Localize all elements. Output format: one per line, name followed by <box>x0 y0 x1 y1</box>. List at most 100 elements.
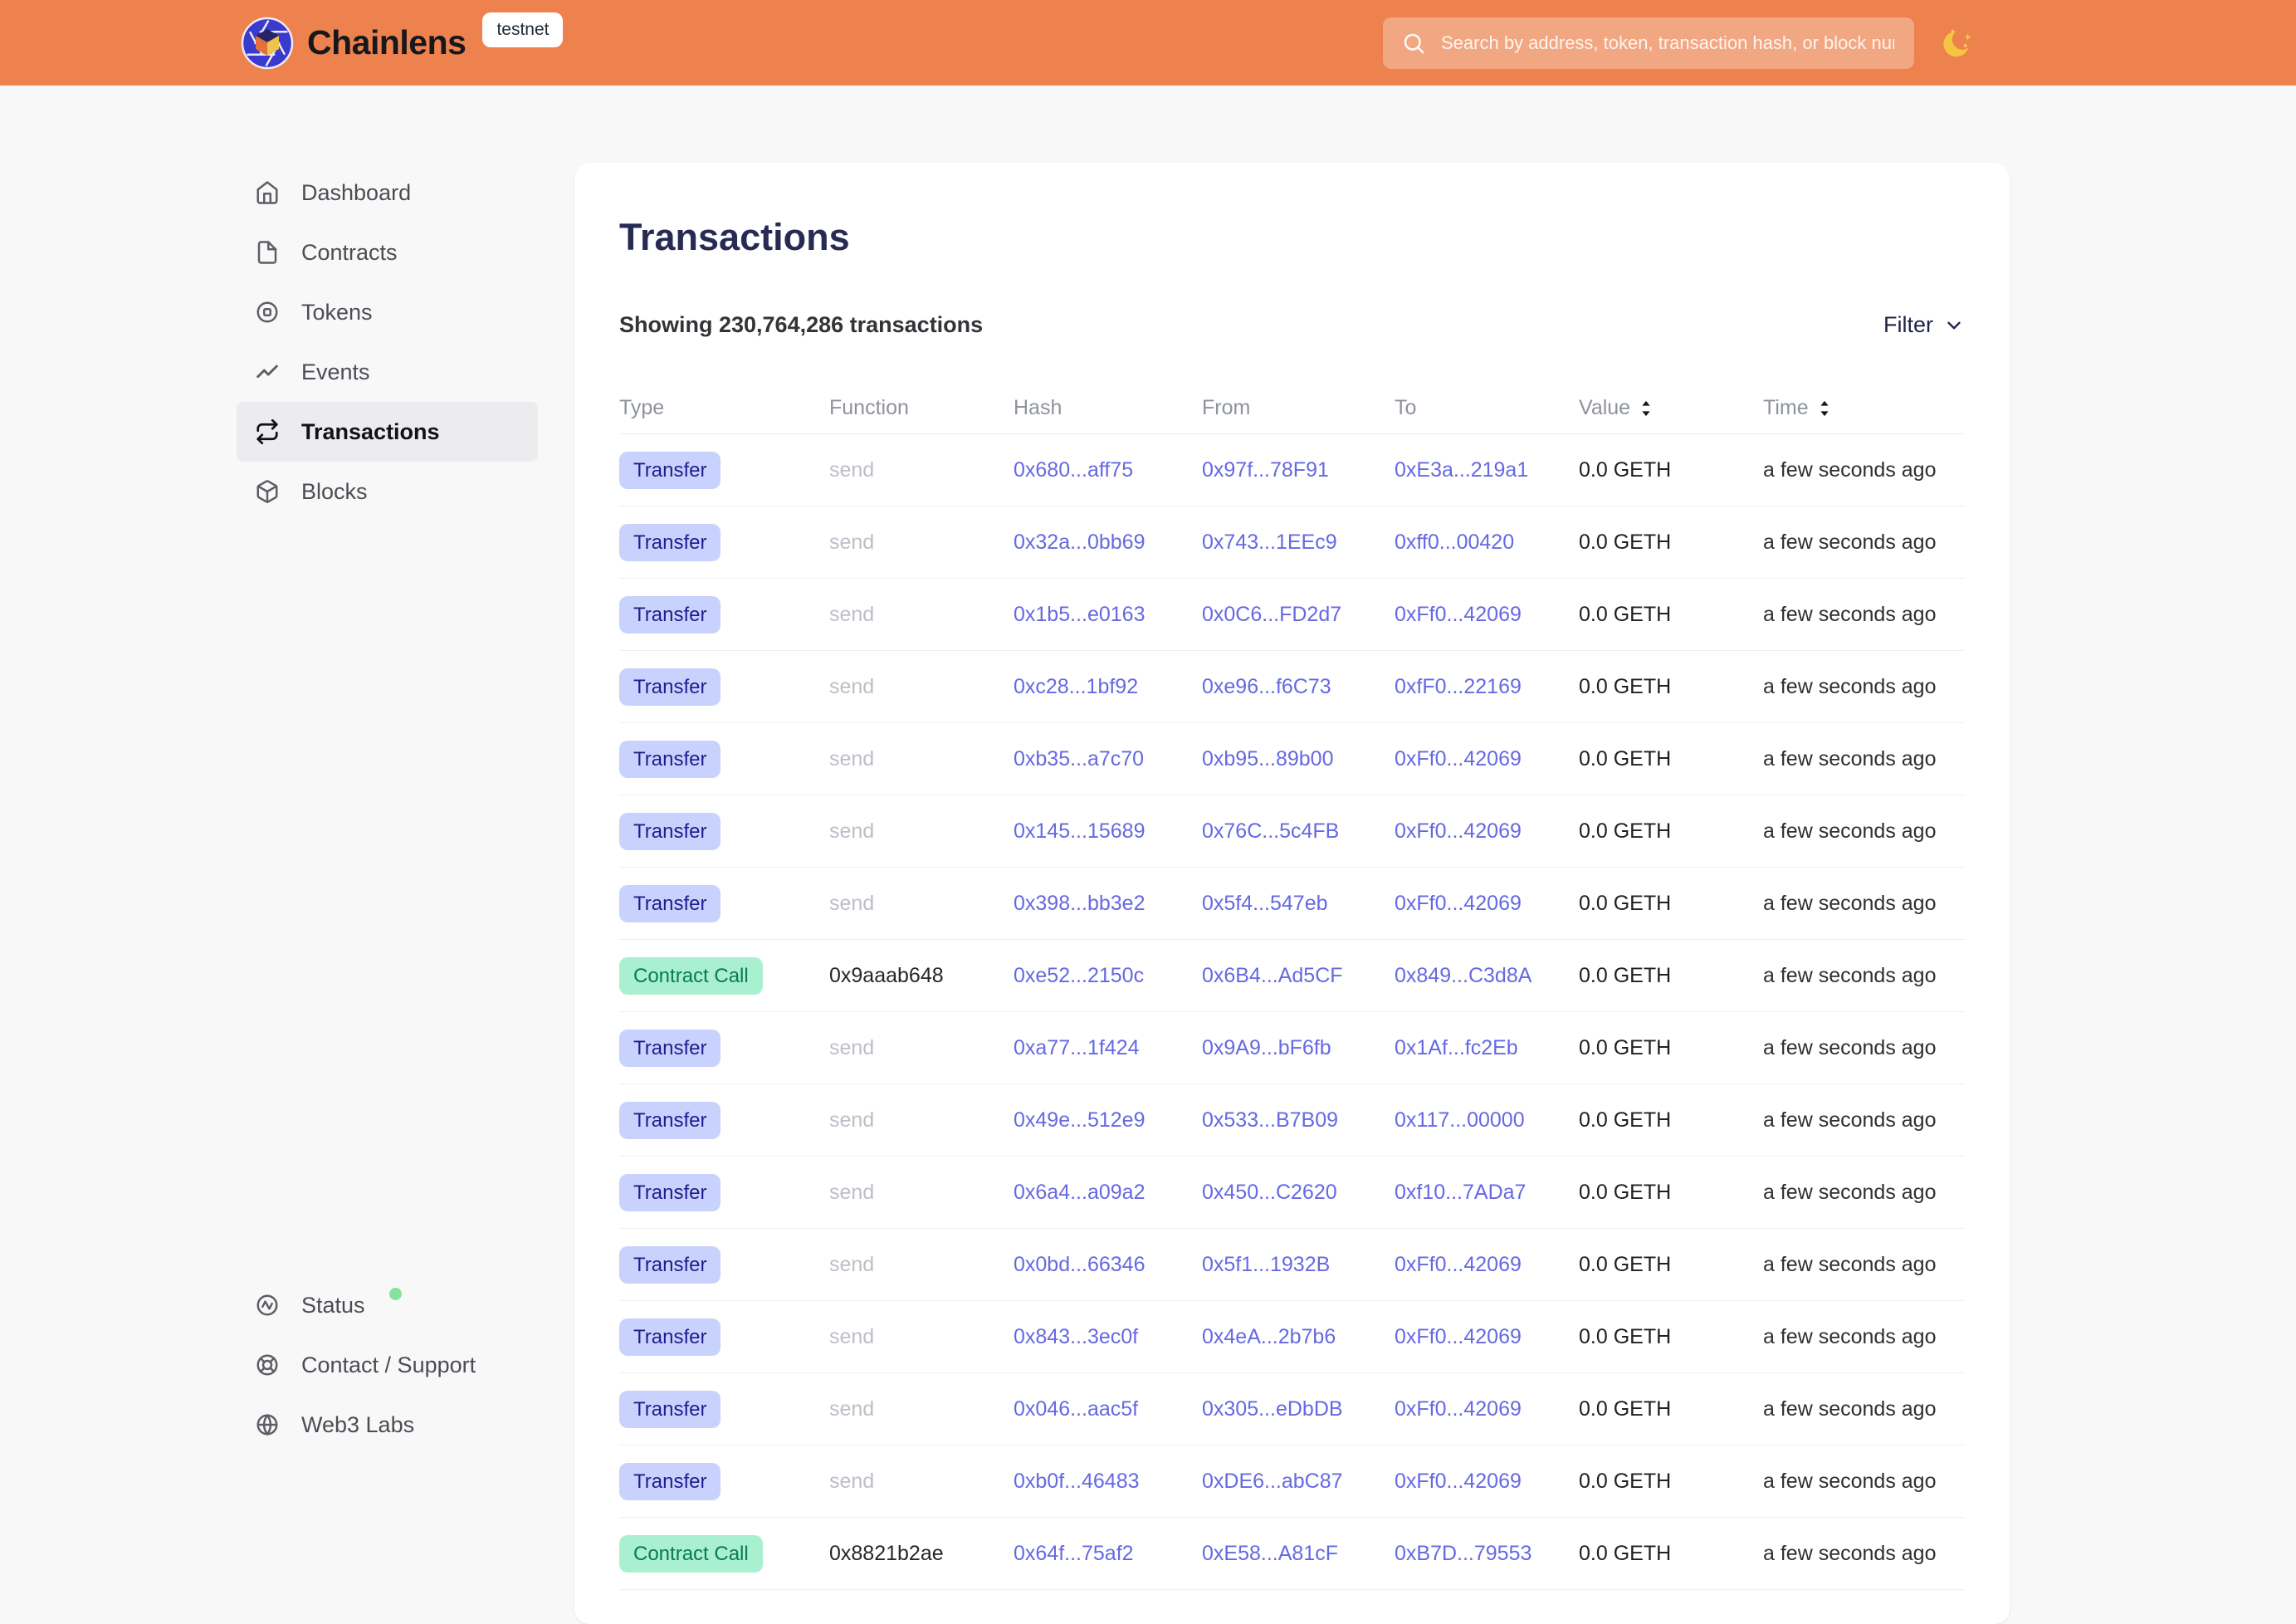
from-address-link[interactable]: 0x76C...5c4FB <box>1202 819 1339 843</box>
hash-link[interactable]: 0x843...3ec0f <box>1014 1325 1138 1348</box>
from-address-link[interactable]: 0x305...eDbDB <box>1202 1397 1343 1421</box>
from-address-link[interactable]: 0xE58...A81cF <box>1202 1542 1338 1565</box>
from-address-link[interactable]: 0x533...B7B09 <box>1202 1108 1338 1132</box>
sidebar-item-contact-support[interactable]: Contact / Support <box>237 1335 538 1395</box>
from-address-link[interactable]: 0xe96...f6C73 <box>1202 675 1331 698</box>
time-cell: a few seconds ago <box>1763 603 1965 627</box>
table-row: Transfer send 0xb35...a7c70 0xb95...89b0… <box>619 723 1965 795</box>
hash-link[interactable]: 0x680...aff75 <box>1014 458 1133 482</box>
to-address-link[interactable]: 0xff0...00420 <box>1395 531 1514 554</box>
to-address-link[interactable]: 0xE3a...219a1 <box>1395 458 1528 482</box>
sidebar-item-tokens[interactable]: Tokens <box>237 282 538 342</box>
column-header-time[interactable]: Time <box>1763 396 1965 420</box>
time-cell: a few seconds ago <box>1763 675 1965 699</box>
search-input[interactable] <box>1439 32 1896 55</box>
to-address-link[interactable]: 0xFf0...42069 <box>1395 892 1522 915</box>
hash-link[interactable]: 0x1b5...e0163 <box>1014 603 1145 626</box>
hash-link[interactable]: 0xe52...2150c <box>1014 964 1144 987</box>
sidebar-footer: Status Contact / Support <box>237 1275 538 1455</box>
sidebar-item-transactions[interactable]: Transactions <box>237 402 538 462</box>
hash-link[interactable]: 0x49e...512e9 <box>1014 1108 1145 1132</box>
from-address-link[interactable]: 0x5f1...1932B <box>1202 1253 1330 1276</box>
sidebar-item-events[interactable]: Events <box>237 342 538 402</box>
from-address-link[interactable]: 0xDE6...abC87 <box>1202 1470 1343 1493</box>
chevron-down-icon <box>1943 315 1965 336</box>
file-icon <box>255 240 280 265</box>
to-address-link[interactable]: 0xf10...7ADa7 <box>1395 1181 1526 1204</box>
to-address-link[interactable]: 0xFf0...42069 <box>1395 747 1522 770</box>
function-cell: send <box>829 1325 1014 1349</box>
to-address-link[interactable]: 0xFf0...42069 <box>1395 1470 1522 1493</box>
column-header-value[interactable]: Value <box>1579 396 1763 420</box>
to-address-link[interactable]: 0x1Af...fc2Eb <box>1395 1036 1518 1059</box>
to-address-link[interactable]: 0xFf0...42069 <box>1395 603 1522 626</box>
table-row: Transfer send 0x32a...0bb69 0x743...1EEc… <box>619 506 1965 579</box>
to-address-link[interactable]: 0xfF0...22169 <box>1395 675 1522 698</box>
global-search[interactable] <box>1383 17 1914 69</box>
type-badge: Contract Call <box>619 957 763 995</box>
from-address-link[interactable]: 0x743...1EEc9 <box>1202 531 1337 554</box>
sidebar-item-web3-labs[interactable]: Web3 Labs <box>237 1395 538 1455</box>
sidebar-item-label: Dashboard <box>301 180 411 206</box>
to-address-link[interactable]: 0xFf0...42069 <box>1395 1325 1522 1348</box>
hash-link[interactable]: 0x398...bb3e2 <box>1014 892 1145 915</box>
sidebar-item-label: Contact / Support <box>301 1353 476 1378</box>
filter-button[interactable]: Filter <box>1883 312 1965 338</box>
hash-link[interactable]: 0xb35...a7c70 <box>1014 747 1144 770</box>
search-icon <box>1401 31 1426 56</box>
from-address-link[interactable]: 0x9A9...bF6fb <box>1202 1036 1331 1059</box>
network-badge: testnet <box>482 12 563 47</box>
token-icon <box>255 300 280 325</box>
from-address-link[interactable]: 0x4eA...2b7b6 <box>1202 1325 1336 1348</box>
hash-link[interactable]: 0x32a...0bb69 <box>1014 531 1145 554</box>
globe-icon <box>255 1412 280 1437</box>
table-row: Transfer send 0x398...bb3e2 0x5f4...547e… <box>619 868 1965 940</box>
value-cell: 0.0 GETH <box>1579 458 1763 482</box>
time-cell: a few seconds ago <box>1763 1108 1965 1132</box>
transactions-count-summary: Showing 230,764,286 transactions <box>619 312 983 338</box>
to-address-link[interactable]: 0x849...C3d8A <box>1395 964 1531 987</box>
from-address-link[interactable]: 0x6B4...Ad5CF <box>1202 964 1343 987</box>
sidebar-item-contracts[interactable]: Contracts <box>237 223 538 282</box>
value-cell: 0.0 GETH <box>1579 747 1763 771</box>
hash-link[interactable]: 0x64f...75af2 <box>1014 1542 1134 1565</box>
sort-icon[interactable] <box>1816 399 1833 418</box>
sidebar: Dashboard Contracts Tokens <box>237 163 538 1455</box>
function-cell: send <box>829 1253 1014 1277</box>
to-address-link[interactable]: 0xFf0...42069 <box>1395 819 1522 843</box>
table-row: Transfer send 0xb0f...46483 0xDE6...abC8… <box>619 1445 1965 1518</box>
brand[interactable]: Chainlens testnet <box>241 17 563 70</box>
from-address-link[interactable]: 0x450...C2620 <box>1202 1181 1337 1204</box>
table-row: Transfer send 0x6a4...a09a2 0x450...C262… <box>619 1157 1965 1229</box>
to-address-link[interactable]: 0xFf0...42069 <box>1395 1397 1522 1421</box>
hash-link[interactable]: 0x0bd...66346 <box>1014 1253 1145 1276</box>
filter-label: Filter <box>1883 312 1933 338</box>
value-cell: 0.0 GETH <box>1579 892 1763 916</box>
dark-mode-toggle[interactable] <box>1939 24 1977 62</box>
from-address-link[interactable]: 0xb95...89b00 <box>1202 747 1333 770</box>
sidebar-item-status[interactable]: Status <box>237 1275 538 1335</box>
function-cell: send <box>829 892 1014 916</box>
from-address-link[interactable]: 0x5f4...547eb <box>1202 892 1328 915</box>
to-address-link[interactable]: 0xB7D...79553 <box>1395 1542 1531 1565</box>
from-address-link[interactable]: 0x97f...78F91 <box>1202 458 1329 482</box>
to-address-link[interactable]: 0xFf0...42069 <box>1395 1253 1522 1276</box>
hash-link[interactable]: 0x046...aac5f <box>1014 1397 1138 1421</box>
function-cell: send <box>829 1470 1014 1494</box>
sidebar-item-dashboard[interactable]: Dashboard <box>237 163 538 223</box>
sort-icon[interactable] <box>1638 399 1654 418</box>
column-header-type: Type <box>619 396 829 420</box>
status-ok-dot <box>389 1288 402 1300</box>
hash-link[interactable]: 0x6a4...a09a2 <box>1014 1181 1145 1204</box>
type-badge: Transfer <box>619 1102 721 1139</box>
hash-link[interactable]: 0x145...15689 <box>1014 819 1145 843</box>
to-address-link[interactable]: 0x117...00000 <box>1395 1108 1525 1132</box>
value-cell: 0.0 GETH <box>1579 1470 1763 1494</box>
time-cell: a few seconds ago <box>1763 1325 1965 1349</box>
sidebar-item-blocks[interactable]: Blocks <box>237 462 538 521</box>
hash-link[interactable]: 0xb0f...46483 <box>1014 1470 1140 1493</box>
hash-link[interactable]: 0xa77...1f424 <box>1014 1036 1140 1059</box>
brand-name: Chainlens <box>307 23 466 62</box>
hash-link[interactable]: 0xc28...1bf92 <box>1014 675 1138 698</box>
from-address-link[interactable]: 0x0C6...FD2d7 <box>1202 603 1341 626</box>
